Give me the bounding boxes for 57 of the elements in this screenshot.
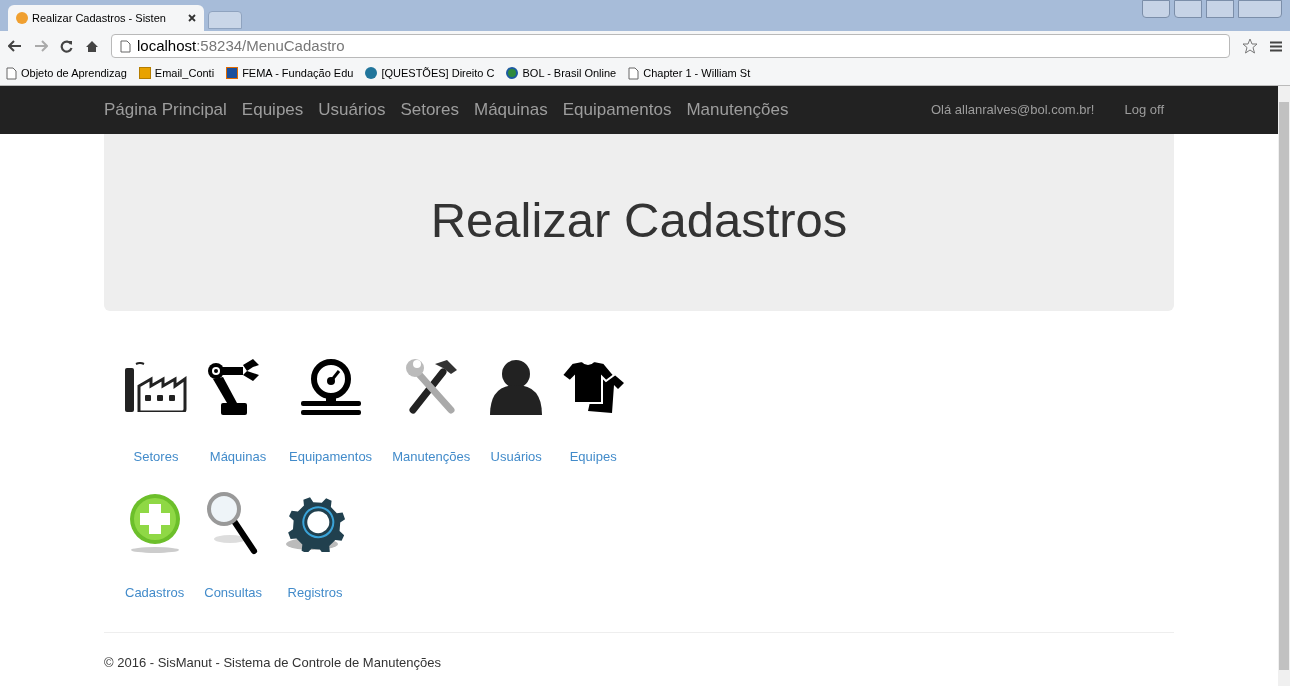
maximize-button[interactable]: [1206, 0, 1234, 18]
new-tab-button[interactable]: [208, 11, 242, 29]
page-title: Realizar Cadastros: [430, 191, 848, 249]
bookmark[interactable]: Objeto de Aprendizag: [6, 64, 127, 82]
globe-icon: [365, 67, 378, 79]
browser-tab[interactable]: Realizar Cadastros - Sisten: [8, 5, 204, 31]
bookmark[interactable]: Chapter 1 - William St: [628, 64, 751, 82]
tile-link[interactable]: Registros: [287, 582, 343, 602]
minimize-button[interactable]: [1174, 0, 1202, 18]
back-icon[interactable]: [8, 40, 22, 52]
page-icon: [628, 66, 640, 80]
logoff-link[interactable]: Log off: [1124, 100, 1164, 120]
reload-icon[interactable]: [60, 39, 73, 53]
nav-link[interactable]: Manutenções: [686, 97, 789, 123]
wrench-and-hammer-icon: [403, 358, 460, 416]
bookmark[interactable]: [QUESTÕES] Direito C: [365, 64, 495, 82]
tile-link[interactable]: Cadastros: [125, 582, 185, 602]
page-icon: [120, 39, 131, 53]
site-icon: [226, 67, 239, 79]
forward-icon[interactable]: [34, 40, 48, 52]
gauge-icon: [298, 359, 363, 415]
nav-link[interactable]: Usuários: [318, 97, 386, 123]
person-icon: [490, 359, 543, 415]
footer-text: © 2016 - SisManut - Sistema de Controle de Manutenções: [104, 654, 442, 672]
nav-link[interactable]: Máquinas: [474, 97, 548, 123]
menu-icon[interactable]: [1270, 40, 1282, 52]
tile-link[interactable]: Consultas: [204, 582, 263, 602]
mail-icon: [138, 67, 151, 79]
home-icon[interactable]: [85, 39, 99, 53]
nav-link[interactable]: Equipes: [241, 97, 304, 123]
page-icon: [6, 66, 17, 80]
greeting-link[interactable]: Olá allanralves@bol.com.br!: [931, 100, 1095, 120]
tab-title: Realizar Cadastros - Sisten: [32, 10, 167, 26]
close-icon[interactable]: [188, 14, 196, 22]
tile-link[interactable]: Equipes: [569, 447, 617, 467]
close-button[interactable]: [1238, 0, 1282, 18]
nav-link[interactable]: Setores: [400, 97, 459, 123]
bookmark[interactable]: Email_Conti: [138, 64, 215, 82]
scroll-thumb[interactable]: [1279, 102, 1289, 670]
t-shirts-icon: [562, 361, 625, 413]
star-icon[interactable]: [1242, 38, 1258, 54]
globe-icon: [506, 67, 519, 79]
scrollbar[interactable]: [1278, 86, 1290, 686]
tile-link[interactable]: Manutenções: [392, 447, 471, 467]
address-bar[interactable]: localhost:58234/MenuCadastro: [111, 34, 1230, 58]
factory-icon: [125, 362, 187, 412]
nav-link[interactable]: Página Principal: [104, 97, 227, 123]
profile-button[interactable]: [1142, 0, 1170, 18]
tile-link[interactable]: Setores: [133, 447, 179, 467]
bookmark[interactable]: BOL - Brasil Online: [506, 64, 617, 82]
tile-link[interactable]: Equipamentos: [289, 447, 373, 467]
nav-link[interactable]: Equipamentos: [562, 97, 672, 123]
url-text: localhost:58234/MenuCadastro: [137, 35, 345, 56]
tab-favicon-icon: [16, 12, 28, 24]
tile-link[interactable]: Máquinas: [209, 447, 267, 467]
bookmark[interactable]: FEMA - Fundação Edu: [226, 64, 354, 82]
tile-link[interactable]: Usuários: [490, 447, 542, 467]
